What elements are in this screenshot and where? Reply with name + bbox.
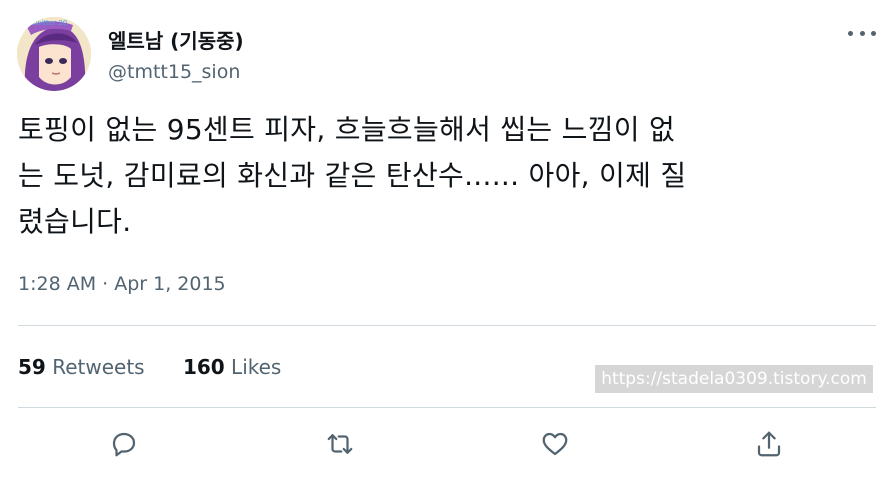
retweets-label: Retweets bbox=[52, 355, 145, 379]
likes-label: Likes bbox=[231, 355, 282, 379]
display-name[interactable]: 엘트남 (기동중) bbox=[108, 25, 244, 54]
share-icon[interactable] bbox=[751, 426, 787, 462]
more-options-icon[interactable] bbox=[848, 22, 876, 44]
retweet-icon[interactable] bbox=[322, 426, 358, 462]
divider bbox=[18, 407, 876, 408]
user-handle[interactable]: @tmtt15_sion bbox=[108, 61, 240, 83]
retweets-count: 59 bbox=[18, 355, 46, 379]
divider bbox=[18, 325, 876, 326]
likes-count: 160 bbox=[182, 355, 225, 379]
avatar-image: twitter 20 bbox=[17, 17, 91, 91]
tweet-stats: 59 Retweets 160 Likes bbox=[18, 355, 313, 379]
likes-stat[interactable]: 160 Likes bbox=[183, 355, 281, 379]
heart-icon[interactable] bbox=[537, 426, 573, 462]
watermark: https://stadela0309.tistory.com bbox=[595, 365, 873, 393]
reply-icon[interactable] bbox=[106, 426, 142, 462]
avatar[interactable]: twitter 20 bbox=[17, 17, 91, 91]
retweets-stat[interactable]: 59 Retweets bbox=[18, 355, 145, 379]
avatar-badge: twitter 20 bbox=[33, 19, 67, 27]
tweet-timestamp[interactable]: 1:28 AM · Apr 1, 2015 bbox=[18, 273, 226, 295]
tweet-text: 토핑이 없는 95센트 피자, 흐늘흐늘해서 씹는 느낌이 없 는 도넛, 감미… bbox=[18, 113, 687, 238]
